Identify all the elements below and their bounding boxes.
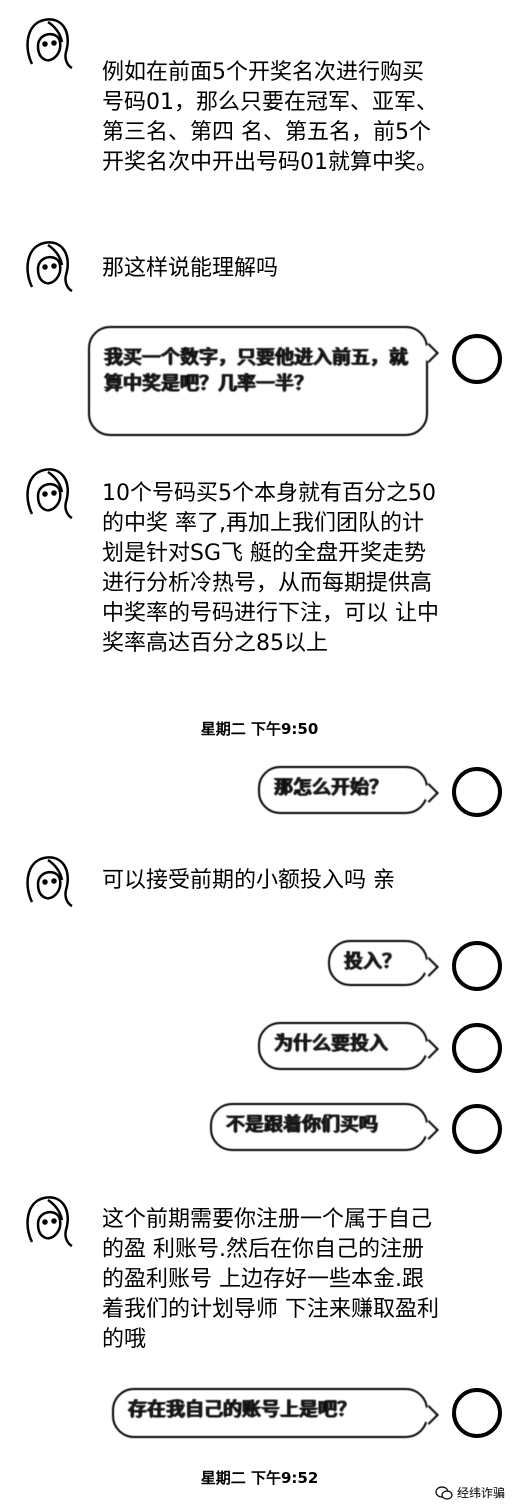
user-avatar[interactable] xyxy=(452,1388,502,1438)
received-message: 这个前期需要你注册一个属于自己的盈 利账号.然后在你自己的注册的盈利账号 上边存… xyxy=(102,1207,439,1352)
sent-message-bubble: 不是跟着你们买吗 xyxy=(210,1103,428,1151)
timestamp: 星期二 下午9:50 xyxy=(200,720,319,738)
contact-avatar[interactable] xyxy=(18,12,76,70)
sent-message-bubble: 那怎么开始？ xyxy=(258,766,428,814)
woman-avatar-icon xyxy=(26,468,73,520)
sent-message-bubble: 我买一个数字，只要他进入前五，就算中奖是吧？几率一半？ xyxy=(88,326,428,436)
woman-avatar-icon xyxy=(26,18,73,70)
sent-message-bubble: 投入？ xyxy=(328,940,428,986)
user-avatar[interactable] xyxy=(452,941,502,991)
received-message: 例如在前面5个开奖名次进行购买号码01，那么只要在冠军、亚军、第三名、第四 名、… xyxy=(102,60,438,175)
received-message: 那这样说能理解吗 xyxy=(102,256,279,281)
user-avatar[interactable] xyxy=(452,334,502,384)
watermark-text: 经纬诈骗 xyxy=(456,1486,505,1500)
sent-message-bubble: 为什么要投入 xyxy=(258,1022,428,1070)
contact-avatar[interactable] xyxy=(18,850,76,908)
woman-avatar-icon xyxy=(26,856,73,908)
user-avatar[interactable] xyxy=(452,767,502,817)
user-avatar[interactable] xyxy=(452,1104,502,1154)
woman-avatar-icon xyxy=(26,1196,73,1248)
woman-avatar-icon xyxy=(26,241,73,293)
user-avatar[interactable] xyxy=(452,1023,502,1073)
contact-avatar[interactable] xyxy=(18,235,76,293)
contact-avatar[interactable] xyxy=(18,1190,76,1248)
contact-avatar[interactable] xyxy=(18,462,76,520)
watermark: 经纬诈骗 xyxy=(435,1484,505,1501)
wechat-icon xyxy=(435,1485,453,1500)
received-message: 10个号码买5个本身就有百分之50的中奖 率了,再加上我们团队的计划是针对SG飞… xyxy=(102,481,439,656)
sent-message-bubble: 存在我自己的账号上是吧？ xyxy=(112,1388,428,1438)
received-message: 可以接受前期的小额投入吗 亲 xyxy=(102,868,395,893)
